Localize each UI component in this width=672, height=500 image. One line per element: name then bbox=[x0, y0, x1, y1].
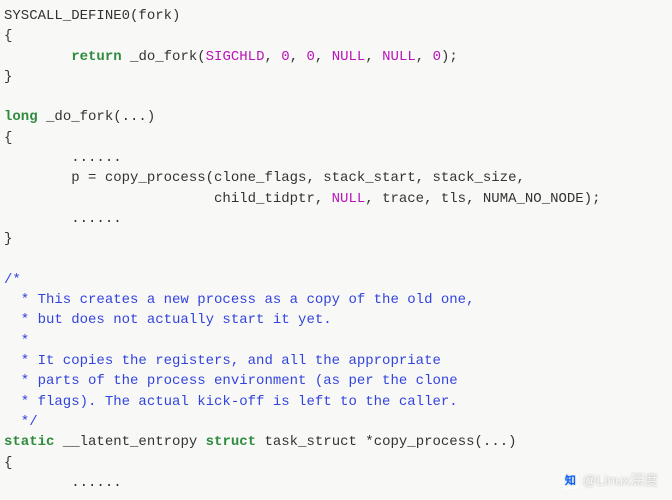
code-line: ...... bbox=[4, 150, 122, 166]
constant: NULL bbox=[332, 191, 366, 207]
keyword-struct: struct bbox=[206, 434, 256, 450]
code-line: ...... bbox=[4, 475, 122, 491]
code-line: SYSCALL_DEFINE0(fork) bbox=[4, 8, 180, 24]
code-line: { bbox=[4, 130, 12, 146]
watermark-text: @Linux深度 bbox=[582, 472, 658, 488]
comment-line: * parts of the process environment (as p… bbox=[4, 373, 458, 389]
code-line: { bbox=[4, 455, 12, 471]
watermark: @Linux深度 bbox=[562, 470, 658, 490]
comment-line: * It copies the registers, and all the a… bbox=[4, 353, 441, 369]
code-block: SYSCALL_DEFINE0(fork) { return _do_fork(… bbox=[4, 6, 668, 493]
keyword-long: long bbox=[4, 109, 38, 125]
comment-line: * but does not actually start it yet. bbox=[4, 312, 332, 328]
code-line: { bbox=[4, 28, 12, 44]
code-line: ...... bbox=[4, 211, 122, 227]
code-line: } bbox=[4, 231, 12, 247]
comment-line: /* bbox=[4, 272, 21, 288]
keyword-static: static bbox=[4, 434, 54, 450]
comment-line: * This creates a new process as a copy o… bbox=[4, 292, 474, 308]
constant: SIGCHLD bbox=[206, 49, 265, 65]
comment-line: */ bbox=[4, 414, 38, 430]
comment-line: * bbox=[4, 333, 29, 349]
comment-line: * flags). The actual kick-off is left to… bbox=[4, 394, 458, 410]
keyword-return: return bbox=[71, 49, 121, 65]
code-line: p = copy_process(clone_flags, stack_star… bbox=[4, 170, 525, 186]
code-line: } bbox=[4, 69, 12, 85]
zhihu-logo-icon bbox=[562, 473, 578, 489]
